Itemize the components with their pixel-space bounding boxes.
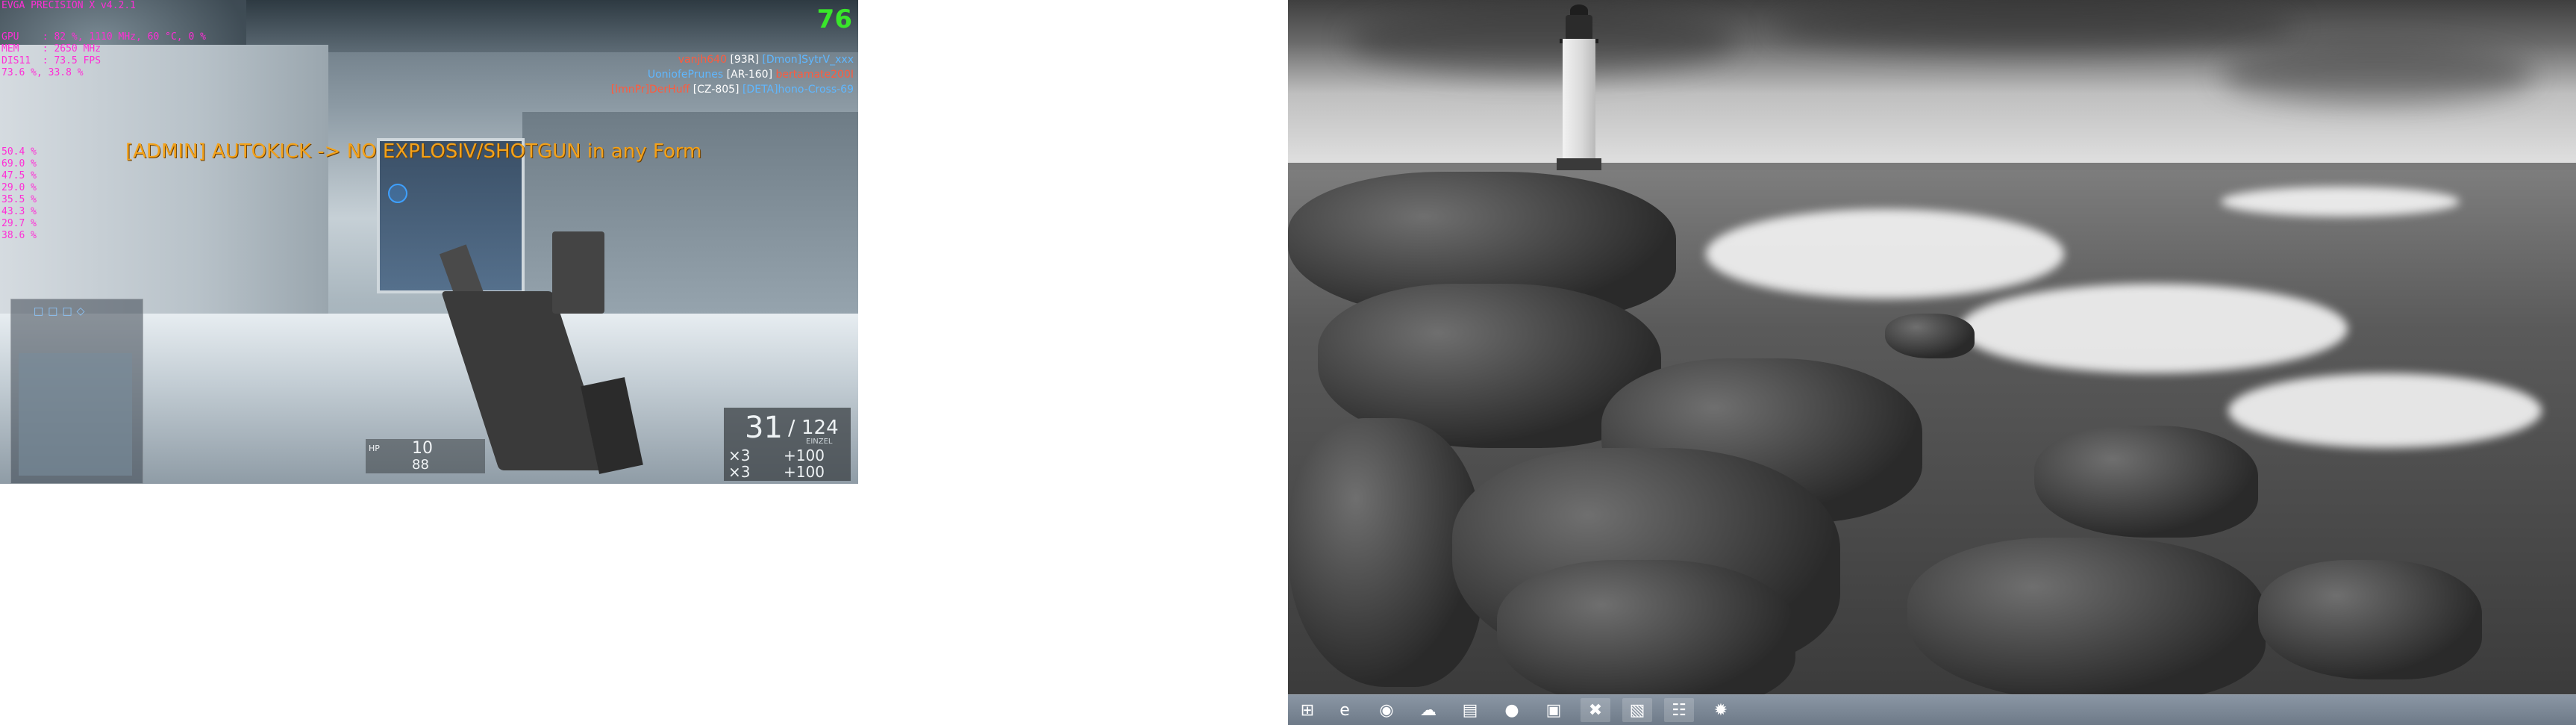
wallpaper-lighthouse	[1552, 0, 1604, 170]
chrome-icon: ◉	[1379, 700, 1394, 720]
wallpaper-wave	[2228, 373, 2542, 448]
victim-name: bertamate200I	[775, 69, 854, 81]
x-icon: ✖	[1588, 700, 1603, 720]
victim-name: [DETA]hono-Cross-69	[742, 84, 854, 96]
osd-core-4: 29.0 %	[1, 182, 37, 193]
minimap: □□□◇	[10, 299, 143, 484]
osd-stats: GPU : 82 %, 1110 MHz, 60 °C, 0 % MEM : 2…	[1, 31, 206, 79]
taskbar-app-chart[interactable]: ☷	[1664, 698, 1694, 722]
kill-feed-row: vanjh640 [93R] [Dmon]SytrV_xxx	[611, 52, 854, 67]
ammo-magazine: 31	[745, 411, 783, 445]
wallpaper-rock	[2258, 560, 2482, 679]
osd-core-1: 50.4 %	[1, 146, 37, 158]
wallpaper-cloud	[1348, 7, 1736, 75]
kill-feed-row: UoniofePrunes [AR-160] bertamate200I	[611, 67, 854, 82]
victim-name: [Dmon]SytrV_xxx	[762, 54, 854, 66]
osd-core-7: 29.7 %	[1, 218, 37, 229]
kill-feed-row: [lmnPr]DerHuff [CZ-805] [DETA]hono-Cross…	[611, 82, 854, 97]
ammo-separator: /	[788, 415, 795, 440]
gadget1-count: +100	[784, 446, 825, 464]
desktop[interactable]: ⊞ e ◉ ☁ ▤ ● ▣ ✖ ▧ ☷ ✹	[1288, 0, 2576, 725]
taskbar-app-star[interactable]: ✹	[1706, 698, 1736, 722]
ammo-panel: 31 / 124 EINZEL ×3 +100 ×3 +100	[724, 408, 851, 481]
folder-icon: ▤	[1462, 700, 1478, 720]
osd-core-usage: 50.4 % 69.0 % 47.5 % 29.0 % 35.5 % 43.3 …	[1, 146, 37, 242]
wallpaper-rock	[1885, 314, 1975, 358]
squad-marker-icon	[388, 184, 407, 203]
wallpaper-horizon	[1288, 163, 2576, 170]
weapon-sight	[552, 231, 604, 314]
osd-core-2: 69.0 %	[1, 158, 37, 169]
wallpaper-cloud	[1773, 0, 2295, 52]
game-wall-left	[0, 45, 328, 314]
fire-mode: EINZEL	[806, 438, 833, 446]
taskbar-file-explorer[interactable]: ▤	[1455, 698, 1485, 722]
monitor-icon: ▣	[1545, 700, 1562, 720]
gadget1-multiplier: ×3	[728, 446, 751, 464]
osd-core-8: 38.6 %	[1, 230, 37, 241]
health-value: 10	[412, 439, 433, 458]
osd-line-gpu: GPU : 82 %, 1110 MHz, 60 °C, 0 %	[1, 31, 206, 43]
wallpaper-rock	[1907, 538, 2266, 702]
killer-name: vanjh640	[678, 54, 727, 66]
osd-core-5: 35.5 %	[1, 194, 37, 205]
taskbar-origin[interactable]: ●	[1497, 698, 1527, 722]
taskbar-app-x[interactable]: ✖	[1581, 698, 1610, 722]
osd-line-mem: MEM : 2650 MHz	[1, 43, 101, 55]
health-label: HP	[369, 444, 380, 453]
taskbar-chrome[interactable]: ◉	[1372, 698, 1401, 722]
admin-message: [ADMIN] AUTOKICK -> NO EXPLOSIV/SHOTGUN …	[125, 140, 702, 163]
wallpaper-wave	[2221, 187, 2460, 217]
star-icon: ✹	[1713, 700, 1728, 720]
kill-feed: vanjh640 [93R] [Dmon]SytrV_xxx UoniofePr…	[611, 52, 854, 97]
lighthouse-lamp	[1566, 15, 1592, 40]
wallpaper-rock	[2034, 426, 2258, 538]
ammo-total: 124	[801, 417, 839, 439]
osd-title: EVGA PRECISION X v4.2.1	[1, 0, 137, 11]
health-panel: HP 10 88	[366, 439, 485, 473]
gadget2-count: +100	[784, 463, 825, 481]
wallpaper-wave	[1706, 209, 2064, 299]
taskbar: ⊞ e ◉ ☁ ▤ ● ▣ ✖ ▧ ☷ ✹	[1288, 694, 2576, 725]
osd-core-6: 43.3 %	[1, 206, 37, 217]
osd-core-3: 47.5 %	[1, 170, 37, 181]
taskbar-app-gpu[interactable]: ▧	[1622, 698, 1652, 722]
osd-line-fps: DIS11 : 73.5 FPS	[1, 55, 101, 66]
fps-counter: 76	[816, 4, 852, 34]
lighthouse-base	[1557, 158, 1601, 170]
wallpaper-rock	[1497, 560, 1795, 709]
wallpaper-cloud	[2221, 45, 2534, 105]
kill-weapon: [93R]	[730, 54, 759, 66]
minimap-map	[19, 353, 132, 476]
start-button[interactable]: ⊞	[1292, 698, 1322, 722]
killer-name: UoniofePrunes	[647, 69, 724, 81]
wallpaper-wave	[1960, 284, 2348, 373]
windows-icon: ⊞	[1300, 700, 1315, 720]
minimap-squad-icons: □□□◇	[34, 305, 90, 317]
taskbar-app-cloud[interactable]: ☁	[1413, 698, 1443, 722]
internet-explorer-icon: e	[1339, 700, 1350, 720]
squad-marker	[379, 179, 498, 227]
osd-line-cpu: 73.6 %, 33.8 %	[1, 67, 84, 78]
chart-icon: ☷	[1672, 700, 1686, 720]
cloud-icon: ☁	[1420, 700, 1437, 720]
game-window[interactable]: EVGA PRECISION X v4.2.1 GPU : 82 %, 1110…	[0, 0, 858, 484]
gadget2-multiplier: ×3	[728, 463, 751, 481]
kill-weapon: [AR-160]	[726, 69, 773, 81]
kill-weapon: [CZ-805]	[693, 84, 740, 96]
taskbar-internet-explorer[interactable]: e	[1330, 698, 1360, 722]
taskbar-app-monitor[interactable]: ▣	[1539, 698, 1569, 722]
gpu-icon: ▧	[1629, 700, 1645, 720]
origin-icon: ●	[1504, 700, 1519, 720]
lighthouse-tower	[1563, 39, 1595, 169]
health-value-secondary: 88	[412, 457, 429, 473]
killer-name: [lmnPr]DerHuff	[610, 84, 690, 96]
